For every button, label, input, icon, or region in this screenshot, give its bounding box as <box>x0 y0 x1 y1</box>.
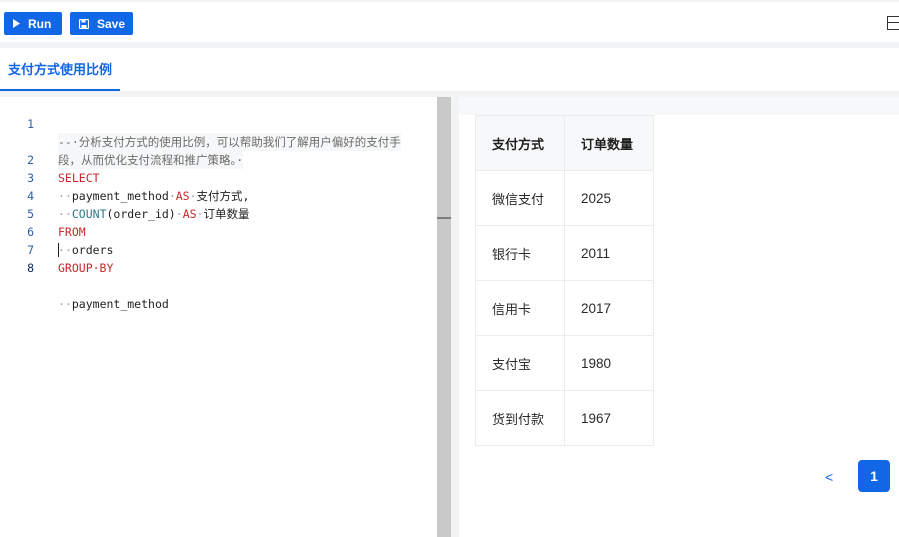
sql-editor[interactable]: 1 --·分析支付方式的使用比例，可以帮助我们了解用户偏好的支付手 段，从而优化… <box>0 97 437 537</box>
save-button-label: Save <box>97 16 126 31</box>
code-line: 8 ··payment_method <box>0 241 169 311</box>
code-line: 5 FROM <box>0 187 86 239</box>
table-cell: 1980 <box>564 335 654 391</box>
tab-query-label: 支付方式使用比例 <box>8 63 113 78</box>
column-header[interactable]: 支付方式 <box>475 115 565 171</box>
code-text: ··COUNT(order_id)·AS·订单数量 <box>58 207 250 221</box>
code-line: 4 ··COUNT(order_id)·AS·订单数量 <box>0 169 249 221</box>
code-line: 3 ··payment_method·AS·支付方式, <box>0 151 249 203</box>
code-text: FROM <box>58 225 86 239</box>
run-button[interactable]: Run <box>4 12 62 35</box>
code-text: 段，从而优化支付流程和推广策略。· <box>58 151 244 169</box>
toolbar: Run Save <box>0 0 899 42</box>
code-line: 6 ··orders <box>0 205 113 257</box>
table-header-row: 支付方式 订单数量 <box>475 115 654 171</box>
table-cell: 微信支付 <box>475 170 565 226</box>
code-line: 2 SELECT <box>0 133 99 185</box>
table-row: 微信支付 2025 <box>475 170 654 226</box>
save-icon <box>79 18 89 29</box>
splitter-handle[interactable] <box>437 217 451 219</box>
splitter-gutter <box>451 97 459 537</box>
tab-query[interactable]: 支付方式使用比例 <box>0 48 121 91</box>
table-cell: 信用卡 <box>475 280 565 336</box>
prev-page-icon[interactable]: < <box>825 469 833 485</box>
play-icon <box>13 19 20 28</box>
page-button-current[interactable]: 1 <box>858 460 890 492</box>
code-line: 7 GROUP·BY <box>0 223 113 275</box>
table-cell: 2017 <box>564 280 654 336</box>
code-text: GROUP·BY <box>58 261 114 275</box>
code-text: ··payment_method·AS·支付方式, <box>58 189 250 203</box>
table-cell: 货到付款 <box>475 390 565 446</box>
code-line: 1 --·分析支付方式的使用比例，可以帮助我们了解用户偏好的支付手 <box>0 97 401 151</box>
table-row: 银行卡 2011 <box>475 225 654 281</box>
split-layout-icon[interactable] <box>887 16 899 30</box>
code-text: SELECT <box>58 171 100 185</box>
table-cell: 2025 <box>564 170 654 226</box>
tab-bar: 支付方式使用比例 <box>0 48 899 91</box>
line-number: 8 <box>27 261 34 275</box>
table-cell: 银行卡 <box>475 225 565 281</box>
table-row: 货到付款 1967 <box>475 390 654 446</box>
table-cell: 支付宝 <box>475 335 565 391</box>
code-line: 段，从而优化支付流程和推广策略。· <box>0 115 244 169</box>
run-button-label: Run <box>28 16 52 31</box>
column-header[interactable]: 订单数量 <box>564 115 654 171</box>
table-row: 信用卡 2017 <box>475 280 654 336</box>
code-text: ··payment_method <box>58 297 169 311</box>
table-row: 支付宝 1980 <box>475 335 654 391</box>
text-cursor <box>58 243 59 257</box>
save-button[interactable]: Save <box>70 12 133 35</box>
table-cell: 1967 <box>564 390 654 446</box>
code-text: ··orders <box>58 243 114 257</box>
result-panel: 支付方式 订单数量 微信支付 2025 银行卡 2011 信用卡 2017 支付… <box>459 97 899 537</box>
pane-splitter[interactable] <box>437 97 451 537</box>
table-cell: 2011 <box>564 225 654 281</box>
result-table: 支付方式 订单数量 微信支付 2025 银行卡 2011 信用卡 2017 支付… <box>475 115 654 446</box>
code-text: --·分析支付方式的使用比例，可以帮助我们了解用户偏好的支付手 <box>58 133 401 151</box>
